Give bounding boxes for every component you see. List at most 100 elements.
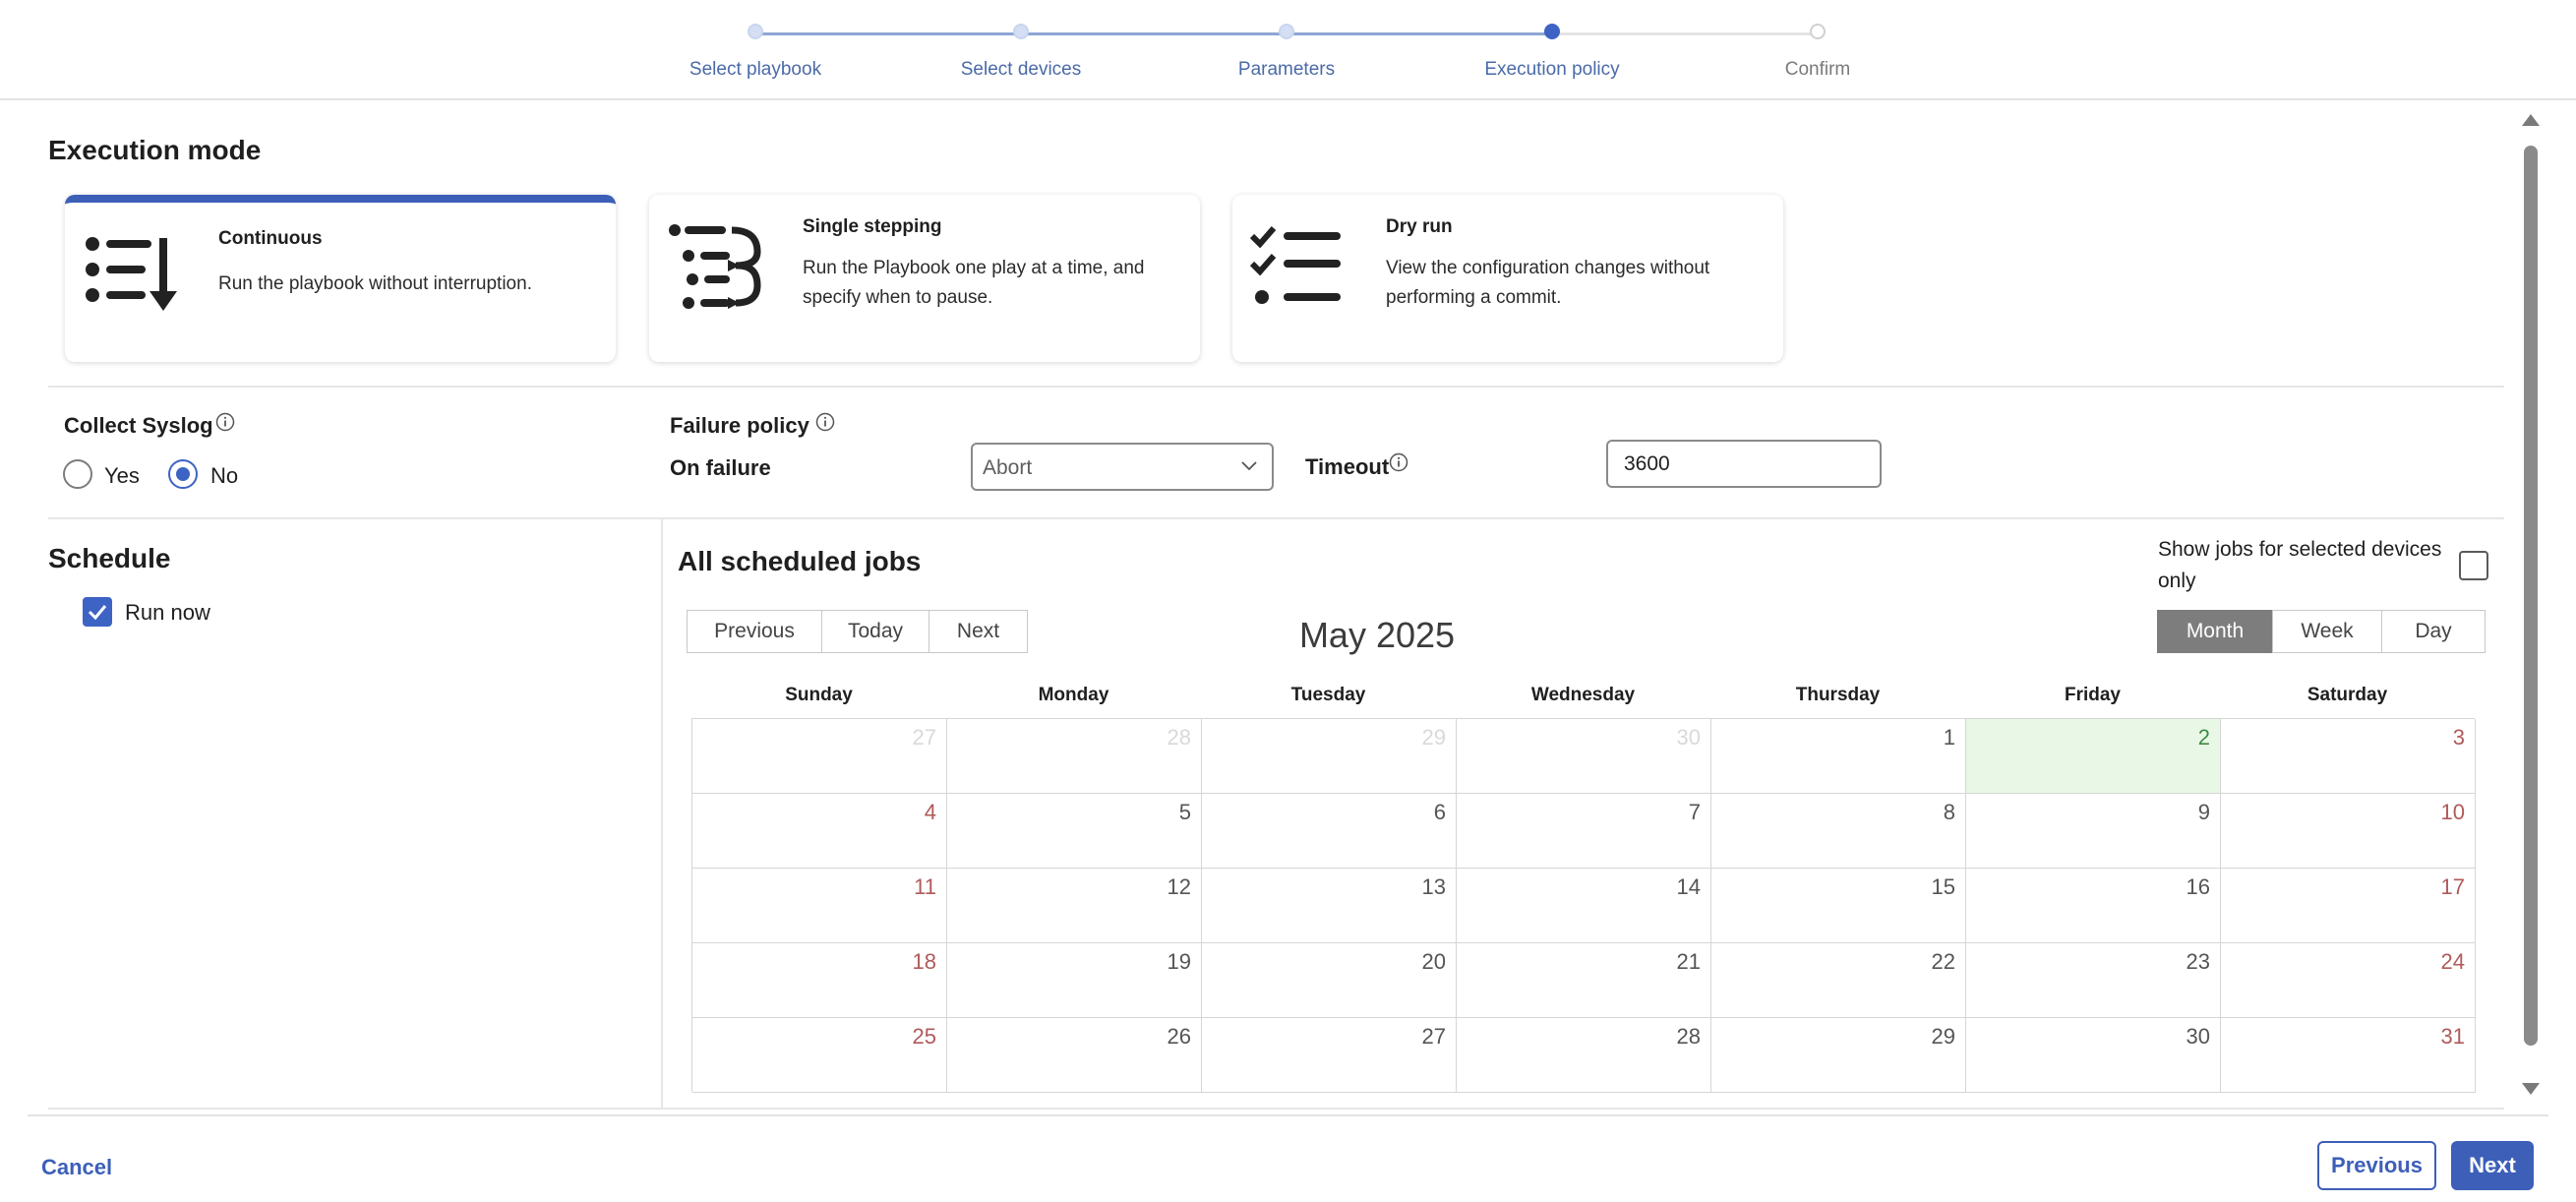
timeout-label: Timeout <box>1305 454 1390 479</box>
calendar-day-cell[interactable]: 8 <box>1711 794 1966 869</box>
calendar-day-cell[interactable]: 13 <box>1202 869 1457 943</box>
calendar-month-grid: 27 28 29 30 1 2 3 4 5 6 7 8 9 10 11 12 13 14 15 16 17 18 19 20 2… <box>691 718 2476 1093</box>
step-select-devices[interactable]: Select devices <box>873 24 1168 81</box>
calendar-day-cell[interactable]: 11 <box>692 869 947 943</box>
calendar-next-button[interactable]: Next <box>929 610 1028 653</box>
jobs-filter-checkbox[interactable] <box>2459 551 2488 580</box>
calendar-day-cell[interactable]: 3 <box>2221 719 2476 794</box>
step-dot <box>1279 24 1294 39</box>
weekday-label: Wednesday <box>1530 685 1636 705</box>
failure-policy-info-icon[interactable] <box>815 412 835 432</box>
syslog-no-radio[interactable] <box>168 459 198 489</box>
timeout-info-icon[interactable] <box>1389 452 1408 472</box>
calendar-month-title: May 2025 <box>1298 615 1456 655</box>
view-week-button[interactable]: Week <box>2272 610 2382 653</box>
calendar-day-cell[interactable]: 15 <box>1711 869 1966 943</box>
calendar-day-number: 19 <box>1167 949 1191 974</box>
calendar-day-number: 28 <box>1167 725 1191 750</box>
calendar-day-number: 27 <box>912 725 936 750</box>
calendar-day-number: 13 <box>1421 874 1446 899</box>
scroll-thumb[interactable] <box>2524 146 2538 1046</box>
calendar-day-number: 7 <box>1688 800 1701 824</box>
mode-description: Run the playbook without interruption. <box>218 273 532 294</box>
calendar-day-cell[interactable]: 30 <box>1966 1018 2221 1093</box>
syslog-yes-radio[interactable] <box>63 459 92 489</box>
calendar-day-cell[interactable]: 27 <box>692 719 947 794</box>
calendar-day-cell[interactable]: 1 <box>1711 719 1966 794</box>
step-label: Confirm <box>1784 59 1851 80</box>
weekday-label: Saturday <box>2306 685 2388 705</box>
next-button[interactable]: Next <box>2451 1141 2534 1190</box>
run-now-checkbox[interactable] <box>83 597 112 627</box>
timeout-input[interactable] <box>1606 440 1882 488</box>
mode-title: Single stepping <box>803 216 942 237</box>
calendar-day-cell[interactable]: 7 <box>1457 794 1711 869</box>
calendar-day-cell[interactable]: 16 <box>1966 869 2221 943</box>
calendar-day-number: 12 <box>1167 874 1191 899</box>
previous-button[interactable]: Previous <box>2317 1141 2436 1190</box>
cancel-link[interactable]: Cancel <box>41 1155 112 1180</box>
calendar-day-number: 23 <box>2186 949 2210 974</box>
calendar-day-number: 2 <box>2197 725 2210 750</box>
calendar-day-cell[interactable]: 18 <box>692 943 947 1018</box>
weekday-label: Friday <box>2064 685 2122 705</box>
weekday-label: Sunday <box>785 685 853 705</box>
calendar-day-cell[interactable]: 31 <box>2221 1018 2476 1093</box>
step-dot <box>1810 24 1826 39</box>
step-confirm[interactable]: Confirm <box>1670 24 1965 81</box>
calendar-day-cell[interactable]: 21 <box>1457 943 1711 1018</box>
calendar-day-cell[interactable]: 6 <box>1202 794 1457 869</box>
calendar-day-cell[interactable]: 17 <box>2221 869 2476 943</box>
calendar-nav-group: Previous Today Next <box>687 610 1028 653</box>
calendar-day-number: 28 <box>1676 1024 1701 1049</box>
scroll-down-arrow-icon[interactable] <box>2522 1083 2540 1095</box>
calendar-day-cell[interactable]: 12 <box>947 869 1202 943</box>
step-select-playbook[interactable]: Select playbook <box>608 24 903 81</box>
view-day-button[interactable]: Day <box>2381 610 2486 653</box>
step-execution-policy[interactable]: Execution policy <box>1405 24 1700 81</box>
step-label: Execution policy <box>1484 59 1620 80</box>
mode-card-dry-run[interactable]: Dry run View the configuration changes w… <box>1232 195 1783 362</box>
step-dot <box>748 24 763 39</box>
calendar-day-cell[interactable]: 25 <box>692 1018 947 1093</box>
calendar-day-cell[interactable]: 22 <box>1711 943 1966 1018</box>
calendar-day-cell[interactable]: 28 <box>1457 1018 1711 1093</box>
syslog-info-icon[interactable] <box>215 412 235 432</box>
check-icon <box>88 605 107 621</box>
calendar-day-cell[interactable]: 14 <box>1457 869 1711 943</box>
calendar-day-number: 24 <box>2440 949 2465 974</box>
calendar-previous-button[interactable]: Previous <box>687 610 822 653</box>
mode-card-continuous[interactable]: Continuous Run the playbook without inte… <box>65 195 616 362</box>
checklist-icon <box>1250 226 1341 304</box>
step-parameters[interactable]: Parameters <box>1139 24 1434 81</box>
step-dot <box>1544 24 1560 39</box>
calendar-day-number: 30 <box>1676 725 1701 750</box>
section-divider <box>48 517 2504 519</box>
calendar-day-cell[interactable]: 19 <box>947 943 1202 1018</box>
calendar-today-button[interactable]: Today <box>821 610 929 653</box>
calendar-day-cell[interactable]: 29 <box>1711 1018 1966 1093</box>
calendar-day-cell[interactable]: 2 <box>1966 719 2221 794</box>
calendar-day-cell[interactable]: 28 <box>947 719 1202 794</box>
calendar-day-cell[interactable]: 29 <box>1202 719 1457 794</box>
calendar-day-cell[interactable]: 23 <box>1966 943 2221 1018</box>
schedule-vertical-divider <box>661 519 663 1110</box>
view-month-button[interactable]: Month <box>2157 610 2273 653</box>
calendar-day-cell[interactable]: 20 <box>1202 943 1457 1018</box>
calendar-day-number: 25 <box>912 1024 936 1049</box>
scroll-up-arrow-icon[interactable] <box>2522 114 2540 126</box>
calendar-day-cell[interactable]: 9 <box>1966 794 2221 869</box>
calendar-view-group: Month Week Day <box>2157 610 2486 653</box>
on-failure-select[interactable]: Abort <box>971 443 1274 491</box>
calendar-day-cell[interactable]: 30 <box>1457 719 1711 794</box>
calendar-day-cell[interactable]: 27 <box>1202 1018 1457 1093</box>
step-label: Parameters <box>1237 59 1336 80</box>
vertical-scrollbar[interactable] <box>2518 110 2542 1099</box>
calendar-day-cell[interactable]: 26 <box>947 1018 1202 1093</box>
calendar-day-cell[interactable]: 24 <box>2221 943 2476 1018</box>
mode-card-single-stepping[interactable]: Single stepping Run the Playbook one pla… <box>649 195 1200 362</box>
mode-description: Run the Playbook one play at a time, and… <box>803 258 1145 308</box>
calendar-day-cell[interactable]: 5 <box>947 794 1202 869</box>
calendar-day-cell[interactable]: 4 <box>692 794 947 869</box>
calendar-day-cell[interactable]: 10 <box>2221 794 2476 869</box>
